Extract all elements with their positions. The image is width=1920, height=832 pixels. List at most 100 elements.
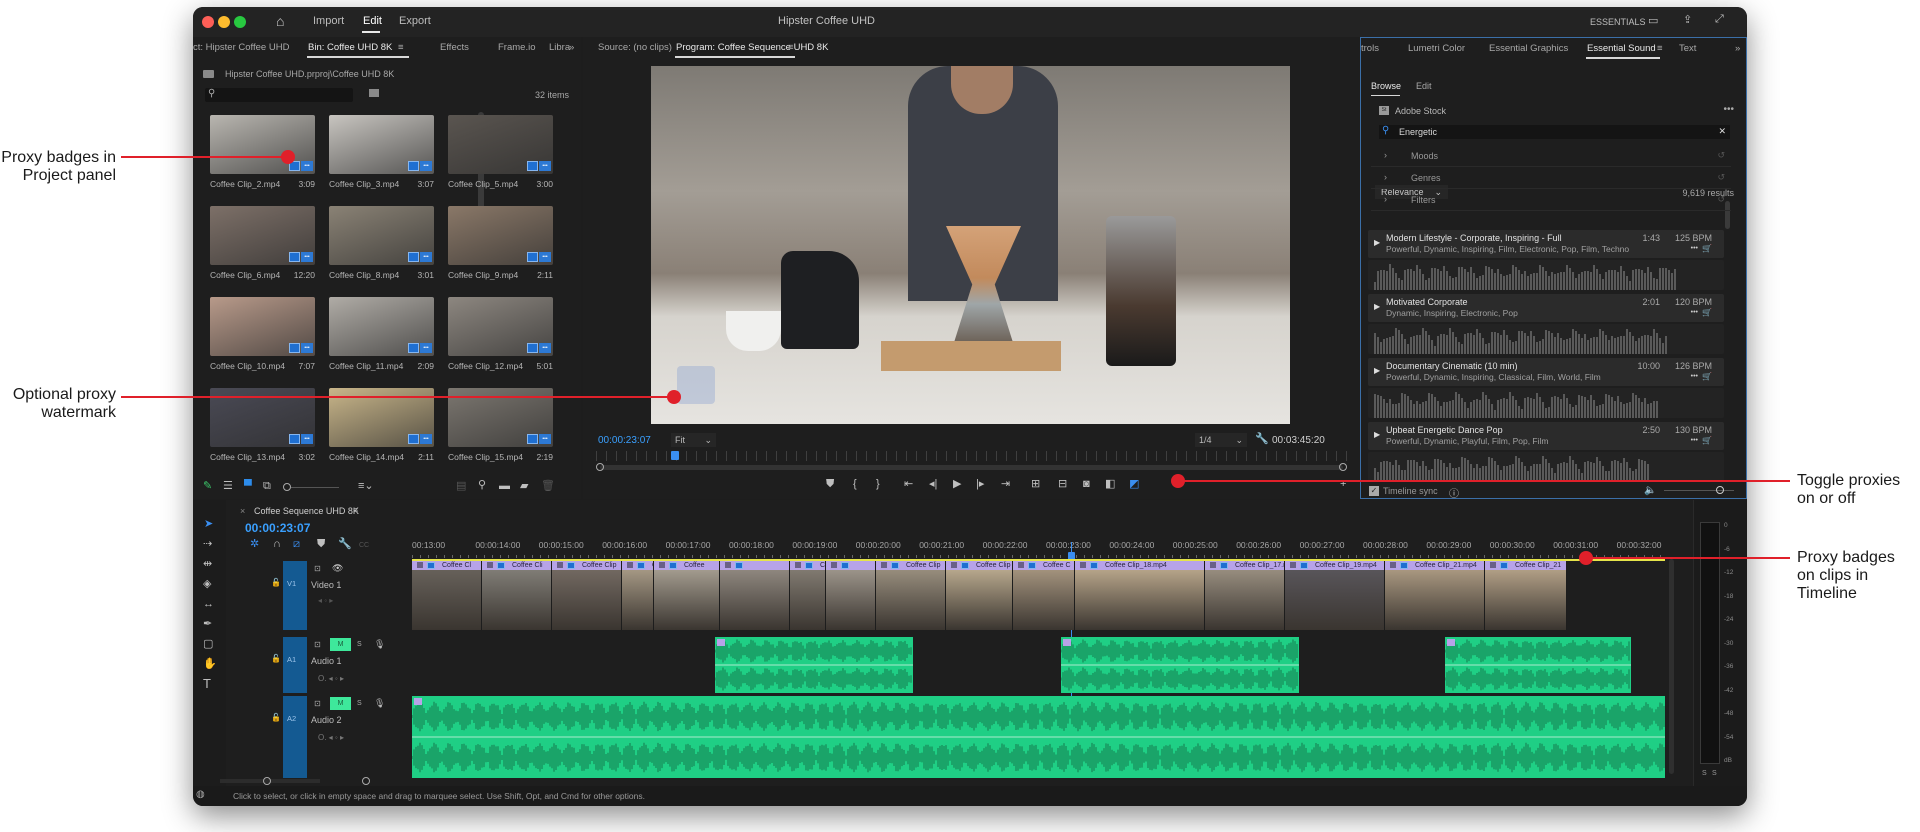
- lock-icon[interactable]: 🔓: [271, 654, 281, 663]
- program-playhead[interactable]: [671, 451, 680, 460]
- selection-tool-icon[interactable]: ➤: [204, 518, 213, 530]
- timeline-video-clip[interactable]: Coffee: [654, 561, 720, 630]
- close-sequence-icon[interactable]: ×: [240, 506, 245, 516]
- linked-selection-icon[interactable]: ⧄: [293, 538, 300, 550]
- clip-thumbnail[interactable]: •••: [329, 297, 434, 356]
- preview-volume-handle[interactable]: [1716, 486, 1724, 494]
- program-video-frame[interactable]: [651, 66, 1290, 424]
- record-voiceover-icon[interactable]: 🎙: [374, 698, 385, 709]
- rectangle-tool-icon[interactable]: ▢: [203, 638, 213, 650]
- clip-thumbnail[interactable]: •••: [210, 297, 315, 356]
- zoom-slider-handle[interactable]: [283, 483, 291, 491]
- cart-icon[interactable]: 🛒: [1702, 436, 1712, 445]
- zoom-bar-right-handle[interactable]: [362, 777, 370, 785]
- program-timecode[interactable]: 00:00:23:07: [598, 435, 651, 446]
- sync-lock-icon[interactable]: ⊡: [314, 699, 321, 708]
- cart-icon[interactable]: 🛒: [1702, 244, 1712, 253]
- mark-in-icon[interactable]: {: [853, 478, 857, 490]
- zoom-bar-left-handle[interactable]: [596, 463, 604, 471]
- nav-import[interactable]: Import: [313, 15, 344, 27]
- timeline-settings-icon[interactable]: 🔧: [338, 538, 352, 550]
- clip-thumbnail[interactable]: •••: [448, 297, 553, 356]
- slip-tool-icon[interactable]: ↔: [203, 598, 214, 610]
- zoom-level-select[interactable]: Fit ⌄: [671, 433, 716, 447]
- clip-name[interactable]: Coffee Clip_5.mp4: [448, 179, 518, 189]
- timeline-video-clip[interactable]: Coffee Clip_19.mp4: [1285, 561, 1385, 630]
- lock-icon[interactable]: 🔓: [271, 578, 281, 587]
- timeline-video-clip[interactable]: Coffee Clip_18.mp4: [1075, 561, 1205, 630]
- automate-icon[interactable]: ▤: [456, 480, 466, 492]
- close-window-button[interactable]: [202, 16, 214, 28]
- clip-thumbnail[interactable]: •••: [448, 206, 553, 265]
- project-search-input[interactable]: ⚲: [205, 88, 353, 102]
- filter-row[interactable]: › Moods ↺: [1371, 147, 1731, 167]
- timeline-video-clip[interactable]: [720, 561, 790, 630]
- more-tabs-icon[interactable]: »: [569, 42, 574, 53]
- track-target[interactable]: [283, 637, 307, 693]
- clip-thumbnail[interactable]: •••: [329, 206, 434, 265]
- clip-name[interactable]: Coffee Clip_13.mp4: [210, 452, 285, 462]
- sequence-tab[interactable]: Coffee Sequence UHD 8K: [254, 506, 359, 516]
- pen-tool-icon[interactable]: ✒: [203, 618, 212, 630]
- track-target[interactable]: [283, 561, 307, 630]
- play-preview-icon[interactable]: ▶: [1374, 430, 1380, 439]
- clip-name[interactable]: Coffee Clip_2.mp4: [210, 179, 280, 189]
- add-marker-icon[interactable]: ⛊: [317, 538, 325, 550]
- clip-name[interactable]: Coffee Clip_3.mp4: [329, 179, 399, 189]
- timeline-audio-clip[interactable]: [412, 696, 1665, 778]
- lift-icon[interactable]: ⊞: [1031, 478, 1040, 490]
- sound-result-item[interactable]: ▶ Modern Lifestyle - Corporate, Inspiring…: [1368, 230, 1724, 258]
- sound-more-icon[interactable]: •••: [1691, 245, 1698, 252]
- new-item-icon[interactable]: ▰: [520, 480, 528, 492]
- clip-thumbnail[interactable]: •••: [210, 115, 315, 174]
- sync-lock-icon[interactable]: ⊡: [314, 640, 321, 649]
- sound-more-icon[interactable]: •••: [1691, 373, 1698, 380]
- zoom-bar-left-handle[interactable]: [263, 777, 271, 785]
- keyframe-nav[interactable]: ◂ ◦ ▸: [318, 596, 333, 605]
- timeline-audio-clip[interactable]: [1445, 637, 1631, 693]
- razor-tool-icon[interactable]: ◈: [203, 578, 211, 590]
- tab-libraries[interactable]: Libra: [549, 42, 570, 53]
- go-to-out-icon[interactable]: ⇥: [1001, 478, 1010, 490]
- track-height-scrollbar[interactable]: [1669, 559, 1674, 774]
- stock-more-icon[interactable]: •••: [1723, 104, 1734, 115]
- sequence-menu-icon[interactable]: ≡: [353, 505, 358, 515]
- clip-name[interactable]: Coffee Clip_8.mp4: [329, 270, 399, 280]
- nest-toggle-icon[interactable]: ✲: [250, 538, 259, 550]
- new-search-bin-icon[interactable]: [369, 89, 379, 97]
- sound-menu-icon[interactable]: ≡: [1657, 43, 1663, 54]
- program-zoom-bar[interactable]: [600, 465, 1343, 470]
- more-tabs-icon[interactable]: »: [1735, 43, 1740, 54]
- timeline-audio-clip[interactable]: [715, 637, 913, 693]
- clip-name[interactable]: Coffee Clip_6.mp4: [210, 270, 280, 280]
- nav-edit[interactable]: Edit: [363, 15, 382, 27]
- timeline-video-clip[interactable]: Coffee Clip: [552, 561, 622, 630]
- list-view-icon[interactable]: ☰: [223, 480, 233, 492]
- tab-bin[interactable]: Bin: Coffee UHD 8K: [308, 42, 392, 53]
- timeline-video-clip[interactable]: Coffee Clip: [946, 561, 1013, 630]
- solo-button[interactable]: S: [357, 641, 362, 648]
- timeline-sync-checkbox[interactable]: ✓: [1369, 486, 1379, 496]
- solo-button[interactable]: S: [357, 700, 362, 707]
- timeline-video-clip[interactable]: Coffee Clip_21: [1485, 561, 1567, 630]
- freeform-view-icon[interactable]: ⧉: [263, 480, 271, 492]
- keyframe-nav[interactable]: O. ◂ ◦ ▸: [318, 733, 344, 742]
- keyframe-nav[interactable]: O. ◂ ◦ ▸: [318, 674, 344, 683]
- mark-out-icon[interactable]: }: [876, 478, 880, 490]
- play-preview-icon[interactable]: ▶: [1374, 302, 1380, 311]
- solo-left[interactable]: S: [1702, 770, 1707, 777]
- step-forward-icon[interactable]: |▸: [976, 478, 984, 490]
- icon-view-icon[interactable]: ▀: [244, 480, 252, 492]
- play-preview-icon[interactable]: ▶: [1374, 366, 1380, 375]
- clear-search-icon[interactable]: ✕: [1718, 126, 1726, 137]
- subtab-edit[interactable]: Edit: [1416, 81, 1432, 91]
- timeline-video-clip[interactable]: Coff: [622, 561, 654, 630]
- timeline-video-clip[interactable]: Coffee C: [1013, 561, 1075, 630]
- tab-effects[interactable]: Effects: [440, 42, 469, 53]
- find-icon[interactable]: ⚲: [478, 479, 486, 491]
- cart-icon[interactable]: 🛒: [1702, 372, 1712, 381]
- cart-icon[interactable]: 🛒: [1702, 308, 1712, 317]
- tab-source[interactable]: Source: (no clips): [598, 42, 672, 53]
- program-menu-icon[interactable]: ≡: [788, 42, 794, 53]
- tab-frameio[interactable]: Frame.io: [498, 42, 535, 53]
